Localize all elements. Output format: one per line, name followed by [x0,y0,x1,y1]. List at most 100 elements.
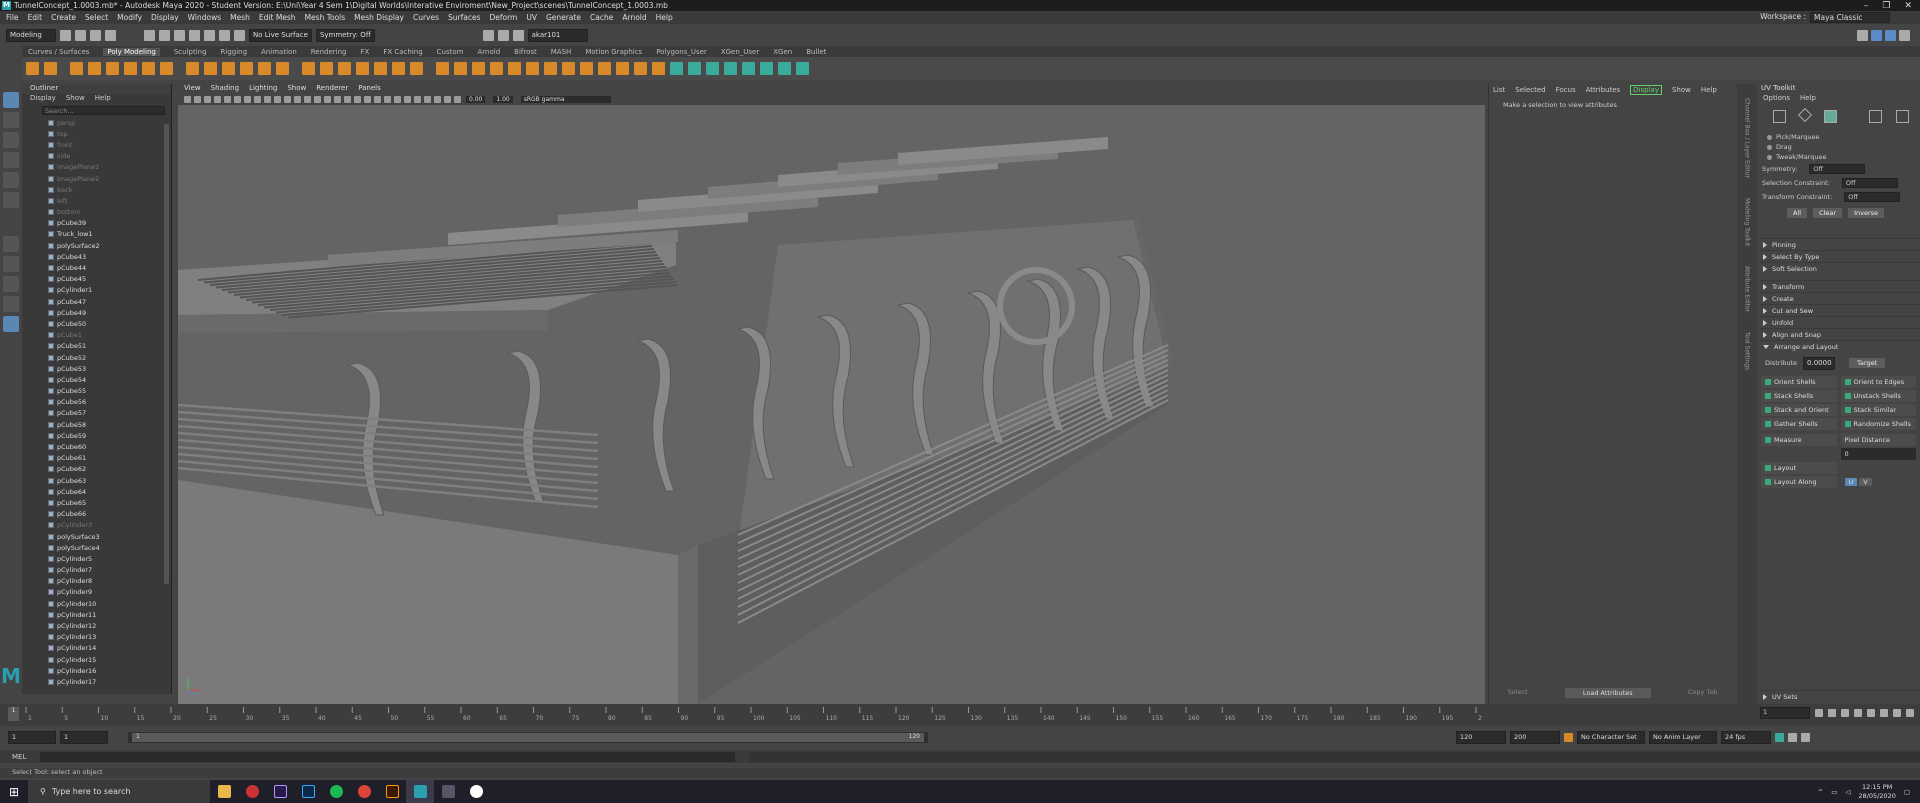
shelf-tab-fx-caching[interactable]: FX Caching [383,48,422,56]
outliner-item[interactable]: pCube49 [22,307,171,318]
channel-box-toggle-icon[interactable] [1871,29,1882,41]
vp-wireframe-icon[interactable] [314,96,321,103]
viewport-menu-show[interactable]: Show [287,84,306,94]
outliner-item[interactable]: pCube54 [22,374,171,385]
outliner-item[interactable]: pCube57 [22,408,171,419]
shelf-tab-mash[interactable]: MASH [551,48,572,56]
stack-shells-button[interactable]: Stack Shells [1761,390,1837,402]
vp-bookmark-icon[interactable] [204,96,211,103]
windows-start-icon[interactable]: ⊞ [0,785,28,799]
network-icon[interactable]: ▭ [1831,788,1837,796]
shelf-tab-curves-surfaces[interactable]: Curves / Surfaces [28,48,89,56]
outliner-item[interactable]: pCylinder7 [22,565,171,576]
shelf-super-shape-icon[interactable] [276,62,289,75]
viewport-panel[interactable]: View Shading Lighting Show Renderer Panels 0.… [178,84,1485,704]
outliner-item[interactable]: pCube66 [22,509,171,520]
uv-sets-section[interactable]: UV Sets [1757,690,1920,702]
shelf-unfold-icon[interactable] [760,62,773,75]
vp-shadows-icon[interactable] [364,96,371,103]
uv-shell-mode-icon[interactable] [1824,110,1837,123]
auto-key-icon[interactable] [1564,732,1573,742]
outliner-menu-help[interactable]: Help [95,94,111,104]
outliner-item[interactable]: polySurface3 [22,531,171,542]
outliner-item[interactable]: persp [22,117,171,128]
unstack-shells-button[interactable]: Unstack Shells [1840,390,1916,402]
outliner-item[interactable]: pCylinder5 [22,553,171,564]
menu-curves[interactable]: Curves [413,13,439,22]
uv-section-cut-and-sew[interactable]: Cut and Sew [1757,304,1920,316]
attr-menu-focus[interactable]: Focus [1556,86,1576,94]
outliner-item[interactable]: bottom [22,207,171,218]
shelf-center-pivot-icon[interactable] [616,62,629,75]
shelf-tab-bullet[interactable]: Bullet [806,48,826,56]
folder-icon[interactable] [60,29,71,41]
shelf-disc-icon[interactable] [142,62,155,75]
volume-icon[interactable]: ◁ [1845,788,1850,796]
shelf-cone-icon[interactable] [88,62,101,75]
character-set-select[interactable]: No Character Set [1577,730,1645,744]
vp-xray-icon[interactable] [424,96,431,103]
ipr-icon[interactable] [497,29,509,41]
playback-end-field[interactable]: 120 [1456,730,1506,744]
shelf-boolean-difference-icon[interactable] [436,62,449,75]
colorspace-select[interactable]: sRGB gamma [520,96,611,103]
range-bar[interactable]: 1 120 [128,731,928,743]
outliner-item[interactable]: pCube44 [22,262,171,273]
outliner-item[interactable]: pCylinder15 [22,654,171,665]
end-time-field[interactable]: 200 [1510,730,1560,744]
menu-arnold[interactable]: Arnold [622,13,646,22]
vp-xray-joints-icon[interactable] [434,96,441,103]
file-explorer-icon[interactable] [210,780,238,803]
shelf-separate-icon[interactable] [374,62,387,75]
shelf-delete-history-icon[interactable] [634,62,647,75]
select-tool-icon[interactable] [3,92,19,108]
shelf-smooth-icon[interactable] [392,62,405,75]
uv-mode-drag[interactable]: Drag [1757,142,1920,152]
photoshop-icon[interactable] [294,780,322,803]
shelf-svg-icon[interactable] [302,62,315,75]
shelf-auto-map-icon[interactable] [706,62,719,75]
shelf-layout-icon[interactable] [778,62,791,75]
vp-grease-pencil-icon[interactable] [234,96,241,103]
shelf-fill-hole-icon[interactable] [526,62,539,75]
shelf-tab-sculpting[interactable]: Sculpting [174,48,207,56]
shelf-quad-draw-icon[interactable] [580,62,593,75]
vp-default-material-icon[interactable] [334,96,341,103]
shelf-multi-cut-icon[interactable] [544,62,557,75]
outliner-item[interactable]: pCube62 [22,464,171,475]
uv-section-transform[interactable]: Transform [1757,280,1920,292]
outliner-item[interactable]: pCylinder12 [22,620,171,631]
vp-xray-components-icon[interactable] [444,96,451,103]
shelf-platonic-icon[interactable] [160,62,173,75]
shelf-tab-xgen-user[interactable]: XGen_User [721,48,759,56]
uv-section-soft-selection[interactable]: Soft Selection [1757,262,1920,274]
step-back-icon[interactable] [1841,709,1849,717]
outliner-item[interactable]: pCube43 [22,251,171,262]
outliner-item[interactable]: polySurface4 [22,542,171,553]
tray-arrow-icon[interactable]: ^ [1818,788,1823,796]
vp-depth-of-field-icon[interactable] [404,96,411,103]
vp-film-gate-icon[interactable] [254,96,261,103]
side-tab-channel-box-layer-editor[interactable]: Channel Box / Layer Editor [1744,98,1751,178]
attr-menu-list[interactable]: List [1493,86,1505,94]
gamma-field[interactable]: 1.00 [493,96,513,103]
redo-icon[interactable] [105,29,116,41]
undo-icon[interactable] [90,29,101,41]
outliner-item[interactable]: pCylinder10 [22,598,171,609]
menu-display[interactable]: Display [151,13,179,22]
attr-menu-selected[interactable]: Selected [1515,86,1545,94]
side-tab-attribute-editor[interactable]: Attribute Editor [1744,266,1751,312]
symmetry-dropdown[interactable]: Off [1809,164,1866,174]
measure-button[interactable]: Measure [1761,434,1837,446]
outliner-item[interactable]: pCylinder17 [22,676,171,687]
outliner-menu-display[interactable]: Display [30,94,56,104]
shelf-combine-icon[interactable] [356,62,369,75]
outliner-item[interactable]: pCylinder11 [22,609,171,620]
uv-section-unfold[interactable]: Unfold [1757,316,1920,328]
viewport-menu-lighting[interactable]: Lighting [249,84,277,94]
shelf-cylinder-icon[interactable] [70,62,83,75]
side-tab-modeling-toolkit[interactable]: Modeling Toolkit [1744,198,1751,246]
outliner-item[interactable]: pCube50 [22,318,171,329]
selection-constraint-dropdown[interactable]: Off [1841,178,1898,188]
render-icon[interactable] [482,29,494,41]
